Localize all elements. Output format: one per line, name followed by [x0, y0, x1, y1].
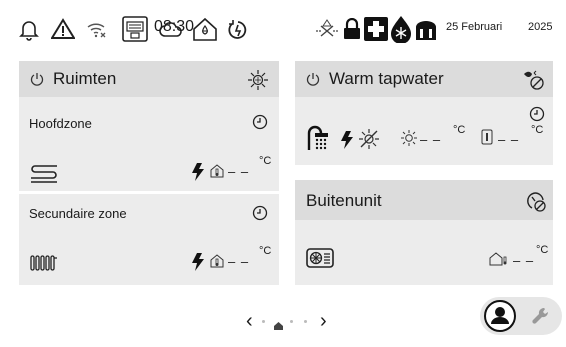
power-icon[interactable]	[306, 72, 320, 86]
indoor-thermometer-icon	[210, 164, 224, 178]
prev-page-button[interactable]: ‹	[246, 310, 253, 333]
lock-icon[interactable]	[342, 17, 362, 41]
buitenunit-unit: °C	[536, 244, 549, 256]
schedule-icon[interactable]	[529, 106, 545, 122]
buitenunit-temp: – –	[513, 253, 535, 268]
shower-icon	[307, 125, 331, 151]
schedule-icon[interactable]	[252, 114, 268, 130]
zone2-temp: – –	[228, 254, 250, 269]
outdoor-thermometer-icon	[489, 252, 509, 266]
page-indicator: ‹ ›	[246, 310, 336, 333]
card-ruimten[interactable]: Ruimten Hoofdzone – – °C Secundaire zone…	[19, 61, 279, 285]
zone2-name: Secundaire zone	[29, 206, 127, 221]
status-time: 08:30	[154, 18, 195, 35]
tank-sensor-icon	[481, 129, 493, 145]
sun-icon	[401, 130, 417, 146]
next-page-button[interactable]: ›	[320, 310, 327, 333]
wifi-off-icon[interactable]	[85, 19, 109, 41]
zone1-name: Hoofdzone	[29, 116, 92, 131]
user-icon[interactable]	[484, 300, 516, 332]
indoor-thermometer-icon	[210, 254, 224, 268]
valve-warning-icon[interactable]	[314, 18, 340, 42]
solar-off-icon	[358, 128, 380, 150]
home-page-icon[interactable]	[274, 317, 283, 335]
wrench-icon[interactable]	[532, 307, 550, 325]
page-dot[interactable]	[290, 320, 293, 323]
warning-icon[interactable]	[50, 17, 76, 41]
reservoir-icon[interactable]	[414, 18, 438, 42]
user-settings-group	[480, 297, 562, 335]
status-bar: 08:30 25 Februari 2025	[0, 0, 566, 60]
page-dot[interactable]	[304, 320, 307, 323]
card-warm-tapwater[interactable]: Warm tapwater – – °C – – °C	[295, 61, 553, 165]
card-ruimten-title: Ruimten	[53, 69, 117, 88]
timer-icon[interactable]	[226, 18, 250, 42]
sun-icon	[247, 69, 269, 91]
electric-bolt-icon	[192, 253, 204, 271]
card-buitenunit[interactable]: Buitenunit – – °C	[295, 180, 553, 285]
zone2-unit: °C	[259, 245, 272, 257]
house-water-icon[interactable]	[192, 16, 218, 42]
status-date: 25 Februari	[446, 21, 503, 33]
first-aid-icon[interactable]	[364, 17, 388, 41]
card-tapwater-title: Warm tapwater	[329, 69, 444, 88]
tapwater-temp1: – –	[420, 132, 442, 147]
underfloor-heating-icon	[30, 163, 58, 183]
radiator-icon	[30, 254, 58, 272]
card-ruimten-header[interactable]: Ruimten	[19, 61, 279, 97]
tapwater-unit2: °C	[531, 124, 544, 136]
bell-icon[interactable]	[18, 18, 40, 42]
outdoor-unit-icon	[306, 248, 334, 268]
schedule-icon[interactable]	[252, 205, 268, 221]
tapwater-unit1: °C	[453, 124, 466, 136]
power-icon[interactable]	[30, 72, 44, 86]
zone1-temp: – –	[228, 164, 250, 179]
zone1-unit: °C	[259, 155, 272, 167]
card-buitenunit-title: Buitenunit	[306, 191, 382, 210]
zone-divider	[19, 191, 279, 194]
electric-bolt-icon	[192, 163, 204, 181]
page-dot[interactable]	[262, 320, 265, 323]
status-year: 2025	[528, 21, 553, 33]
electric-bolt-icon	[341, 131, 353, 149]
card-tapwater-header[interactable]: Warm tapwater	[295, 61, 553, 97]
unit-status-icon	[524, 190, 546, 212]
tapwater-temp2: – –	[498, 132, 520, 147]
defrost-icon[interactable]	[390, 15, 412, 43]
network-card-icon[interactable]	[122, 16, 148, 42]
comfort-mode-icon	[521, 69, 545, 91]
card-buitenunit-header[interactable]: Buitenunit	[295, 180, 553, 220]
